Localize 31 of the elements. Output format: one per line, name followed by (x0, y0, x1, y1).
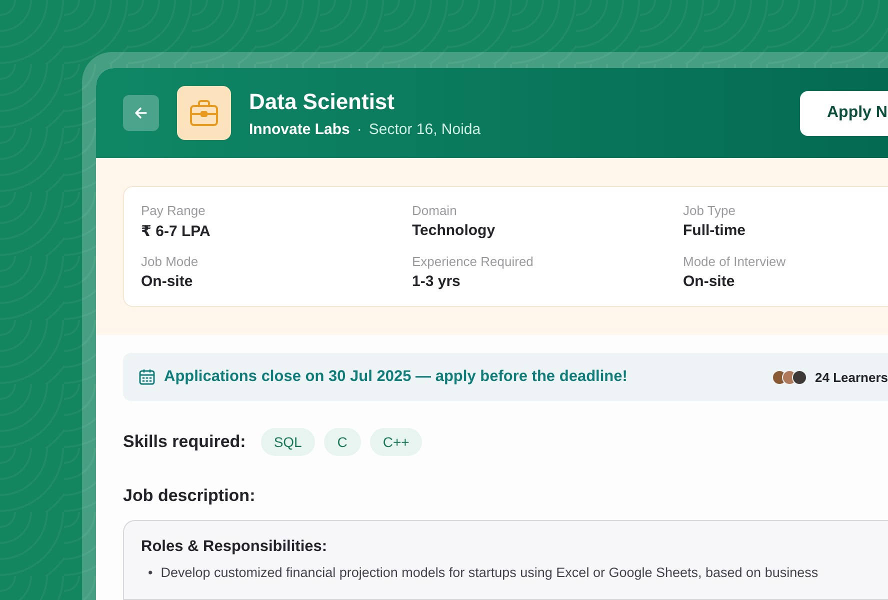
back-arrow-icon (134, 106, 148, 120)
detail-value: Full-time (683, 222, 746, 239)
separator-dot: · (356, 120, 362, 138)
bullet-text: Develop customized financial projection models for startups using Excel or Google Sheets, based on business (160, 565, 818, 580)
company-name: Innovate Labs (249, 120, 350, 138)
detail-value: ₹ 6-7 LPA (141, 222, 212, 240)
skill-tag: C (324, 428, 361, 456)
detail-value: On-site (141, 273, 194, 290)
job-title: Data Scientist (249, 88, 396, 114)
description-heading: Job description: (123, 486, 256, 506)
detail-label: Mode of Interview (683, 254, 787, 269)
deadline-text: Applications close on 30 Jul 2025 — apply before the deadline! (164, 368, 628, 386)
job-location: Sector 16, Noida (368, 120, 481, 138)
bullet-marker: • (148, 565, 153, 580)
detail-label: Experience Required (412, 254, 534, 269)
detail-label: Job Type (683, 203, 737, 218)
section-title: Roles & Responsibilities: (141, 538, 328, 556)
detail-value: On-site (683, 273, 736, 290)
detail-value: Technology (412, 222, 496, 239)
briefcase-icon (189, 99, 219, 127)
skills-heading: Skills required: (123, 432, 246, 452)
detail-label: Domain (412, 203, 458, 218)
detail-value: 1-3 yrs (412, 273, 462, 290)
back-button[interactable] (123, 95, 159, 131)
detail-label: Pay Range (141, 203, 206, 218)
learners-count: 24 Learners (815, 370, 888, 384)
calendar-icon (138, 368, 156, 386)
detail-label: Job Mode (141, 254, 200, 269)
skill-tag: SQL (260, 428, 315, 456)
apply-button[interactable]: Apply N (800, 90, 888, 136)
skill-tag: C++ (370, 428, 422, 456)
